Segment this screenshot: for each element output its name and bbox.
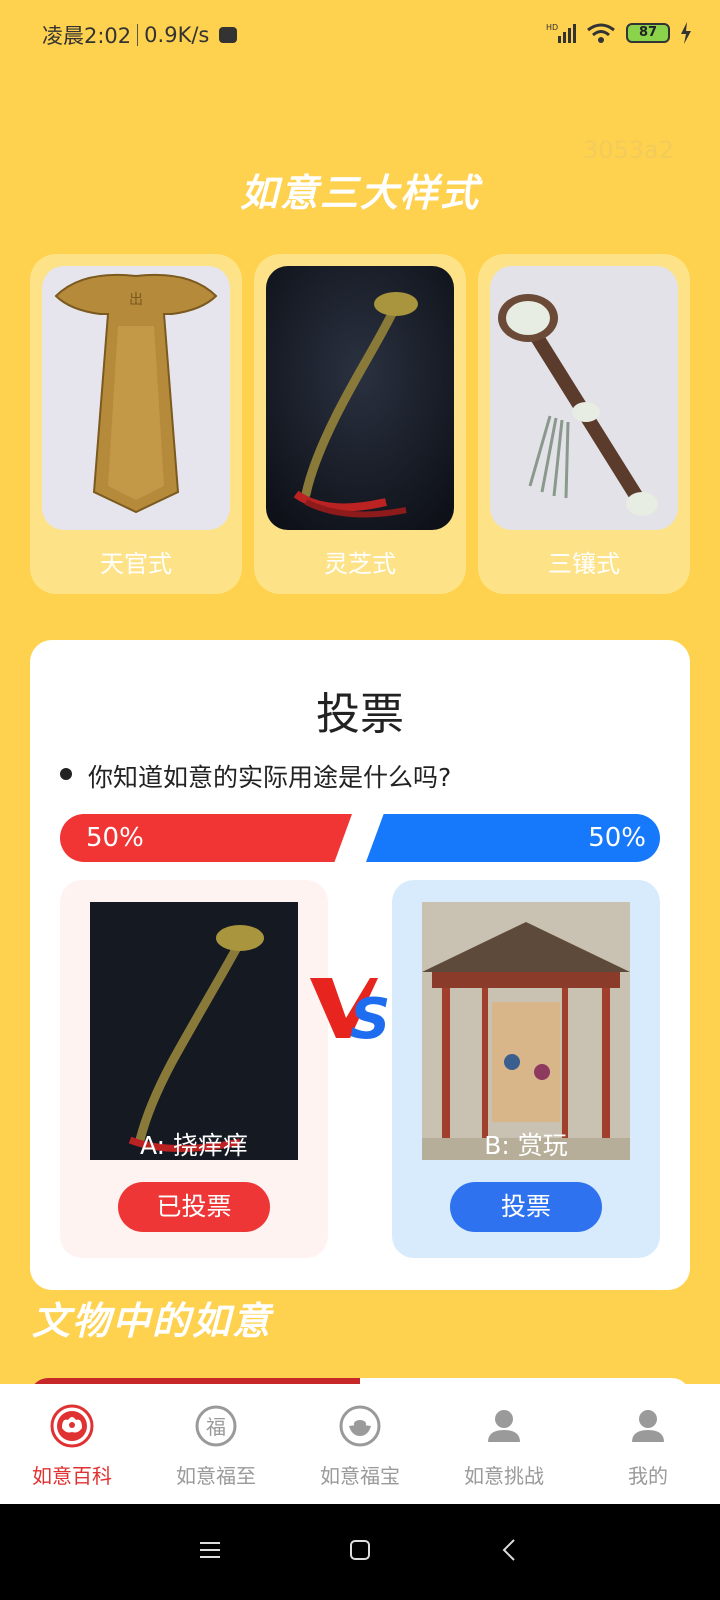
style-label-lingzhi: 灵芝式	[324, 550, 396, 578]
network-speed: 0.9K/s	[144, 23, 210, 47]
tab-label: 我的	[628, 1464, 668, 1488]
vote-panel: 投票 你知道如意的实际用途是什么吗? 50% 50% A: 挠痒痒 已投票 S	[30, 640, 690, 1290]
status-right: HD 87	[546, 22, 692, 44]
svg-text:S: S	[350, 987, 390, 1052]
user-icon	[488, 1410, 520, 1442]
style-card-lingzhi[interactable]: 灵芝式	[254, 254, 466, 594]
tab-label: 如意挑战	[464, 1464, 544, 1488]
watermark-text: 3053a2	[582, 136, 674, 164]
style-card-sanxiang[interactable]: 三镶式	[478, 254, 690, 594]
option-a-caption: A: 挠痒痒	[139, 1131, 249, 1160]
back-icon[interactable]	[498, 1538, 522, 1562]
status-left: 凌晨2:02 0.9K/s	[42, 20, 238, 50]
tab-label: 如意福至	[176, 1464, 256, 1488]
tab-mine[interactable]: 我的	[576, 1384, 720, 1504]
vote-title: 投票	[316, 689, 404, 740]
tab-label: 如意福宝	[320, 1464, 400, 1488]
status-divider	[137, 24, 139, 46]
status-bar: 凌晨2:02 0.9K/s HD 87	[0, 0, 720, 70]
tab-ruyi-fubao[interactable]: 如意福宝	[288, 1384, 432, 1504]
question-bullet	[60, 768, 72, 780]
vote-bar-b: 50%	[366, 814, 660, 862]
treasure-ingot-icon	[339, 1405, 381, 1447]
menu-icon[interactable]	[198, 1538, 222, 1562]
section-title-relics: 文物中的如意	[32, 1299, 273, 1343]
option-b-caption: B: 赏玩	[484, 1131, 568, 1160]
svg-text:出: 出	[129, 292, 143, 308]
style-label-tianguan: 天官式	[100, 550, 172, 578]
ruyi-cloud-icon	[50, 1404, 94, 1448]
tab-ruyi-fuzhi[interactable]: 福 如意福至	[144, 1384, 288, 1504]
tab-ruyi-tiaozhan[interactable]: 如意挑战	[432, 1384, 576, 1504]
wifi-icon	[587, 23, 615, 43]
home-icon[interactable]	[348, 1538, 372, 1562]
wechat-notification-icon	[219, 27, 238, 43]
vote-option-a: A: 挠痒痒 已投票	[60, 880, 328, 1258]
fu-character-icon: 福	[195, 1405, 237, 1447]
style-image-sanxiang	[490, 266, 678, 530]
status-time: 凌晨2:02	[42, 24, 132, 48]
option-a-image	[90, 902, 298, 1160]
vote-bar-a: 50%	[60, 814, 352, 862]
style-label-sanxiang: 三镶式	[548, 550, 620, 578]
vote-percent-a: 50%	[86, 823, 144, 853]
charging-icon	[681, 22, 691, 44]
vote-button[interactable]: 投票	[450, 1182, 602, 1232]
bottom-tab-bar: 如意百科 福 如意福至 如意福宝 如意挑战 我的	[0, 1384, 720, 1504]
signal-icon: HD	[546, 23, 576, 43]
svg-text:福: 福	[206, 1415, 226, 1439]
user-icon	[632, 1410, 664, 1442]
voted-button[interactable]: 已投票	[118, 1182, 270, 1232]
svg-text:HD: HD	[546, 23, 558, 32]
style-image-lingzhi	[266, 266, 454, 530]
tab-ruyi-baike[interactable]: 如意百科	[0, 1384, 144, 1504]
vote-question: 你知道如意的实际用途是什么吗?	[88, 763, 452, 792]
style-card-tianguan[interactable]: 出 天官式	[30, 254, 242, 594]
vote-percent-b: 50%	[588, 823, 646, 853]
section-title-styles: 如意三大样式	[239, 171, 480, 215]
style-image-tianguan: 出	[42, 266, 230, 530]
battery-icon: 87	[626, 23, 670, 43]
system-navigation-bar	[0, 1504, 720, 1600]
option-b-image	[422, 902, 630, 1160]
vote-option-b: B: 赏玩 投票	[392, 880, 660, 1258]
tab-label: 如意百科	[32, 1464, 112, 1488]
